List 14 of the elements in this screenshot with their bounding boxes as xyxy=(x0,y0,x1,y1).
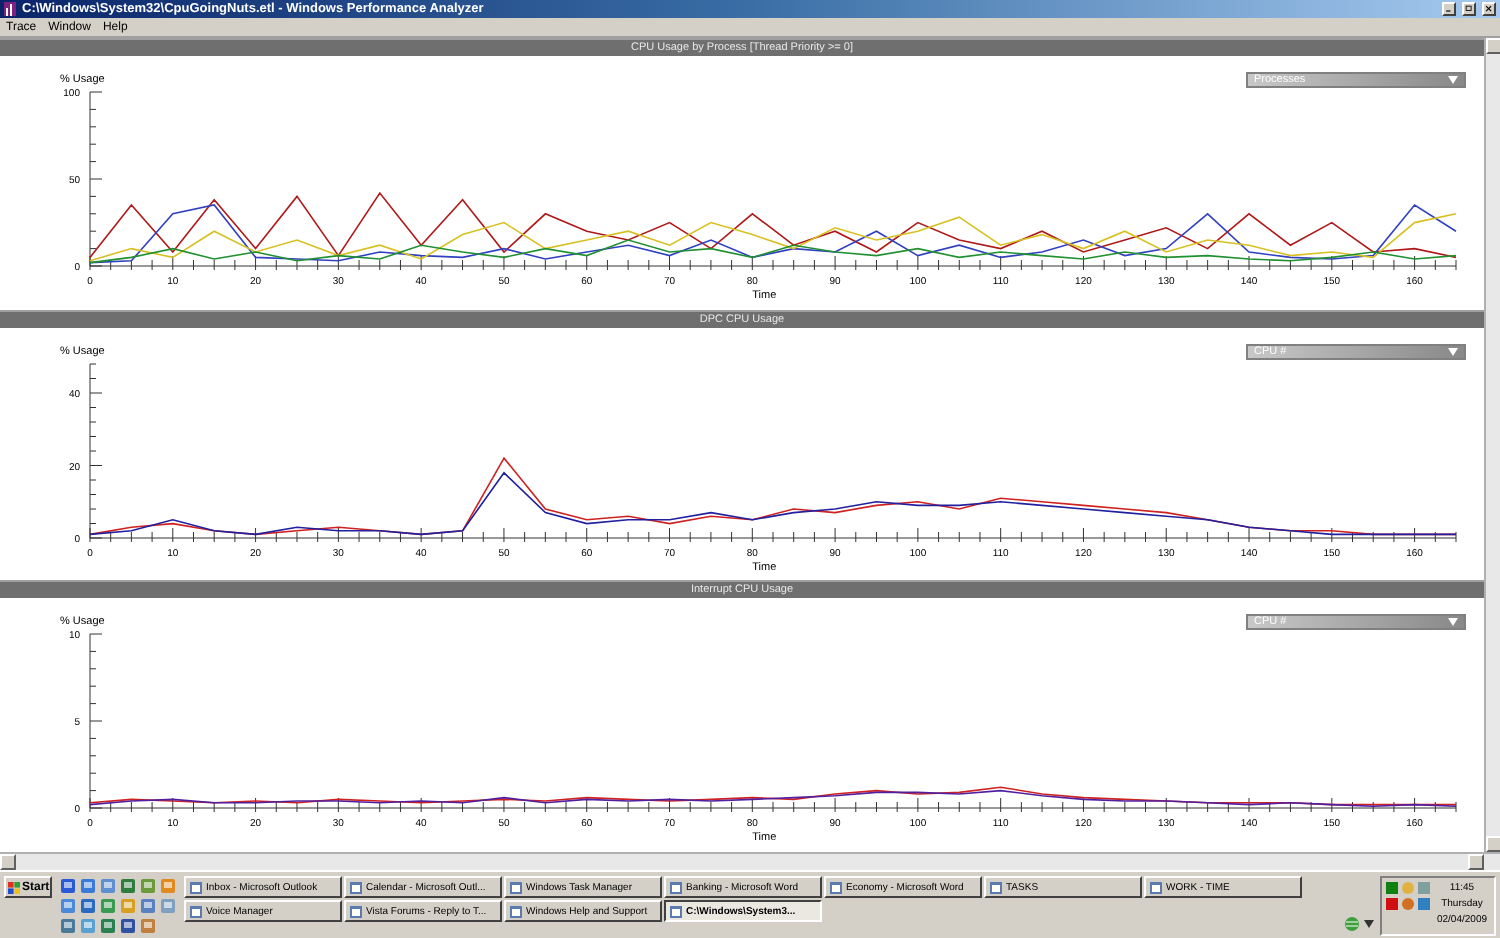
caret-icon xyxy=(1448,618,1458,627)
caret-icon xyxy=(1448,347,1458,356)
maximize-icon[interactable] xyxy=(1462,2,1476,16)
caret-icon[interactable] xyxy=(1364,920,1374,928)
vertical-scrollbar[interactable] xyxy=(1484,38,1500,852)
window-icon xyxy=(990,881,1002,893)
horizontal-scrollbar[interactable] xyxy=(0,852,1500,870)
close-icon[interactable] xyxy=(1482,2,1496,16)
caret-icon xyxy=(1448,76,1458,84)
chart-icon xyxy=(4,2,16,16)
window-icon xyxy=(1150,881,1162,893)
window-icon xyxy=(830,881,842,893)
windows-flag-icon xyxy=(8,881,20,893)
minimize-icon[interactable] xyxy=(1442,2,1456,16)
